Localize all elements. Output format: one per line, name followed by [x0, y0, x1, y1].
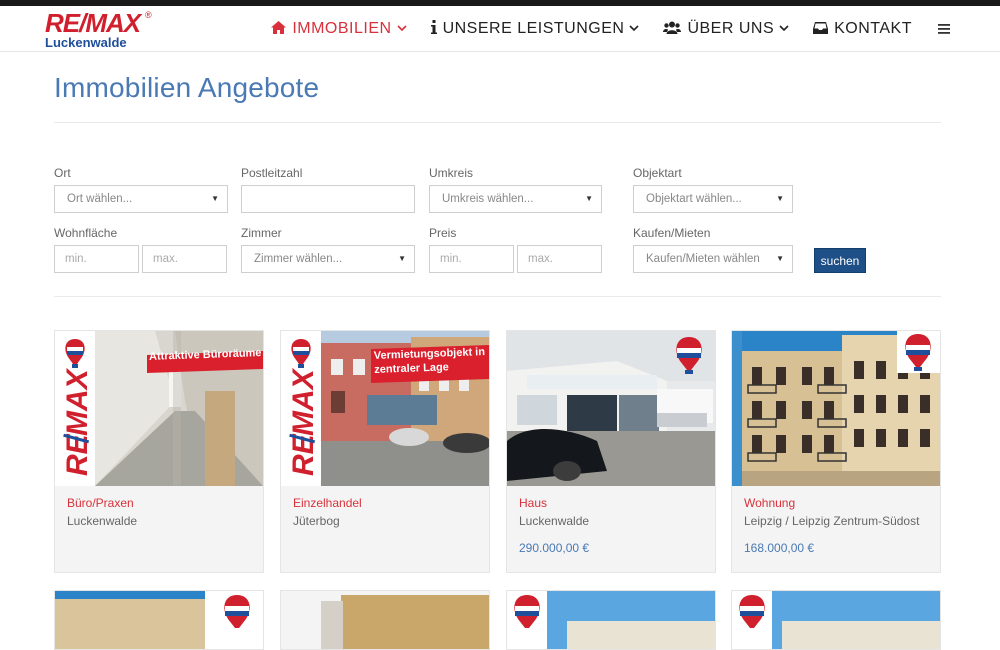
listing-card[interactable]: RE MAX Attraktive Büroräume Büro/Praxen … [54, 330, 264, 573]
objektart-select[interactable]: Objektart wählen... ▼ [633, 185, 793, 213]
caret-down-icon: ▼ [776, 254, 784, 263]
page-title: Immobilien Angebote [54, 72, 320, 103]
caret-down-icon: ▼ [585, 194, 593, 203]
listing-card[interactable]: Haus Luckenwalde 290.000,00 € [506, 330, 716, 573]
nav-item-ueber-uns[interactable]: ÜBER UNS [663, 20, 789, 38]
caret-down-icon: ▼ [776, 194, 784, 203]
divider [54, 122, 941, 123]
ort-select-value: Ort wählen... [67, 193, 133, 205]
nav-label: KONTAKT [834, 20, 912, 37]
users-icon [663, 21, 682, 38]
listing-photo[interactable]: RE MAX Attraktive Büroräume [55, 331, 263, 486]
divider [54, 296, 941, 297]
kaufen-mieten-select[interactable]: Kaufen/Mieten wählen ▼ [633, 245, 793, 273]
listing-photo[interactable] [732, 331, 940, 486]
listing-card[interactable] [731, 590, 941, 650]
ort-select[interactable]: Ort wählen... ▼ [54, 185, 228, 213]
listing-photo[interactable] [507, 591, 716, 650]
home-icon [271, 20, 287, 38]
umkreis-select-value: Umkreis wählen... [442, 193, 534, 205]
objektart-select-value: Objektart wählen... [646, 193, 742, 205]
wohnflaeche-max-input[interactable]: max. [142, 245, 227, 273]
svg-text:MAX: MAX [61, 367, 94, 436]
chevron-down-icon [779, 23, 789, 35]
logo-city: Luckenwalde [45, 35, 127, 50]
kaufen-mieten-label: Kaufen/Mieten [633, 226, 711, 240]
listing-location: Leipzig / Leipzig Zentrum-Südost [744, 514, 920, 528]
kaufen-mieten-select-value: Kaufen/Mieten wählen [646, 253, 760, 265]
listing-banner: Vermietungsobjekt in zentraler Lage [373, 346, 486, 376]
listing-location: Luckenwalde [519, 514, 590, 528]
listing-card[interactable] [54, 590, 264, 650]
main-nav: IMMOBILIEN UNSERE LEISTUNGEN ÜBER UNS KO… [271, 6, 1000, 52]
listing-card[interactable]: RE MAX Vermietungsobjekt in zentraler La… [280, 330, 490, 573]
listing-type[interactable]: Büro/Praxen [67, 496, 134, 510]
info-icon [430, 20, 437, 38]
caret-down-icon: ▼ [398, 254, 406, 263]
caret-down-icon: ▼ [211, 194, 219, 203]
listing-photo[interactable] [55, 591, 264, 650]
listing-location: Jüterbog [293, 514, 340, 528]
listing-price: 290.000,00 € [519, 541, 590, 555]
ort-label: Ort [54, 166, 71, 180]
plz-label: Postleitzahl [241, 166, 303, 180]
listing-photo[interactable]: RE MAX Vermietungsobjekt in zentraler La… [281, 331, 489, 486]
logo-registered-mark: ® [145, 10, 152, 20]
listing-type[interactable]: Haus [519, 496, 547, 510]
zimmer-label: Zimmer [241, 226, 282, 240]
nav-item-kontakt[interactable]: KONTAKT [813, 20, 912, 38]
preis-min-placeholder: min. [440, 253, 462, 265]
wohnflaeche-min-placeholder: min. [65, 253, 87, 265]
wohnflaeche-label: Wohnfläche [54, 226, 118, 240]
listing-card[interactable] [506, 590, 716, 650]
plz-input[interactable] [241, 185, 415, 213]
nav-item-immobilien[interactable]: IMMOBILIEN [271, 20, 407, 38]
nav-label: IMMOBILIEN [292, 20, 392, 37]
chevron-down-icon [396, 23, 407, 35]
zimmer-select[interactable]: Zimmer wählen... ▼ [241, 245, 415, 273]
chevron-down-icon [629, 23, 640, 35]
logo-brand: RE/MAX [45, 8, 141, 38]
listing-type[interactable]: Einzelhandel [293, 496, 362, 510]
listing-card[interactable] [280, 590, 490, 650]
inbox-icon [813, 21, 829, 38]
listing-photo[interactable] [732, 591, 941, 650]
umkreis-select[interactable]: Umkreis wählen... ▼ [429, 185, 602, 213]
svg-text:MAX: MAX [287, 367, 320, 436]
wohnflaeche-max-placeholder: max. [153, 253, 178, 265]
listing-card[interactable]: Wohnung Leipzig / Leipzig Zentrum-Südost… [731, 330, 941, 573]
preis-max-input[interactable]: max. [517, 245, 602, 273]
listing-location: Luckenwalde [67, 514, 138, 528]
objektart-label: Objektart [633, 166, 682, 180]
nav-label: ÜBER UNS [687, 20, 775, 37]
umkreis-label: Umkreis [429, 166, 473, 180]
nav-item-leistungen[interactable]: UNSERE LEISTUNGEN [430, 20, 640, 38]
search-button[interactable]: suchen [814, 248, 866, 273]
site-header: RE/MAX ® Luckenwalde IMMOBILIEN UNSERE L… [0, 6, 1000, 52]
listing-price: 168.000,00 € [744, 541, 815, 555]
nav-label: UNSERE LEISTUNGEN [442, 20, 625, 37]
preis-max-placeholder: max. [528, 253, 553, 265]
listing-photo[interactable] [507, 331, 715, 486]
wohnflaeche-min-input[interactable]: min. [54, 245, 139, 273]
zimmer-select-value: Zimmer wählen... [254, 253, 343, 265]
remax-logo[interactable]: RE/MAX ® Luckenwalde [45, 10, 155, 50]
preis-min-input[interactable]: min. [429, 245, 514, 273]
listing-type[interactable]: Wohnung [744, 496, 795, 510]
listing-photo[interactable] [281, 591, 490, 650]
menu-icon[interactable] [938, 19, 950, 39]
preis-label: Preis [429, 226, 457, 240]
